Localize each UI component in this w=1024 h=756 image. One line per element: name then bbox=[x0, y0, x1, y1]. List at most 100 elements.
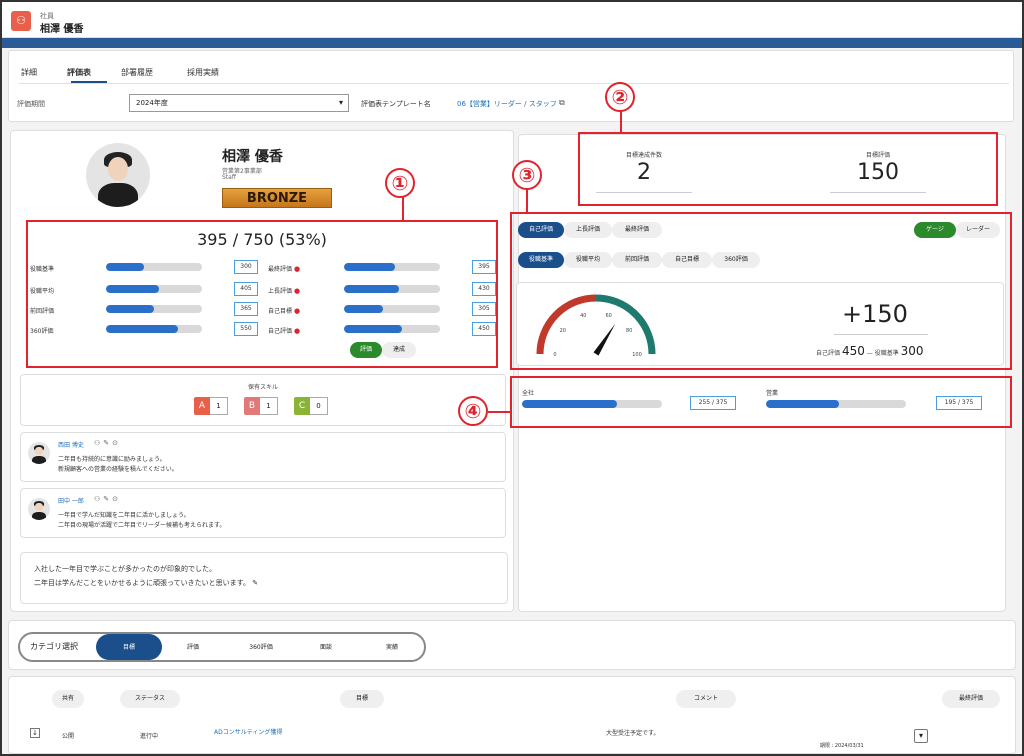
tab-previous-eval[interactable]: 前回評価 bbox=[612, 252, 662, 268]
metric-value: 365 bbox=[234, 302, 258, 316]
column-header-status: ステータス bbox=[120, 690, 180, 708]
metric-label: 上長評価 ● bbox=[268, 287, 301, 295]
avatar bbox=[28, 498, 50, 520]
column-header-final-eval: 最終評価 bbox=[942, 690, 1000, 708]
metric-bar bbox=[106, 305, 202, 313]
profile-role: Staff bbox=[222, 174, 236, 181]
avatar bbox=[28, 442, 50, 464]
avatar bbox=[86, 143, 150, 207]
metric-value: 300 bbox=[234, 260, 258, 274]
lock-icon: ● bbox=[293, 307, 301, 315]
divider bbox=[596, 192, 692, 193]
goal-eval-value: 150 bbox=[857, 160, 899, 185]
callout-connector bbox=[526, 188, 528, 214]
tab-details[interactable]: 詳細 bbox=[21, 67, 37, 78]
lock-icon: ● bbox=[293, 287, 301, 295]
comment-action-icons[interactable]: ⚇✎⊙ bbox=[94, 439, 121, 447]
column-header-goal: 目標 bbox=[340, 690, 384, 708]
metric-value: 430 bbox=[472, 282, 496, 296]
metric-value: 550 bbox=[234, 322, 258, 336]
comment-text: 二年目も持続的に意識に励みましょう。 bbox=[58, 456, 166, 463]
tab-self-eval[interactable]: 自己評価 bbox=[518, 222, 564, 238]
divider bbox=[834, 334, 928, 335]
period-label: 評価期間 bbox=[17, 100, 45, 108]
category-goal[interactable]: 目標 bbox=[99, 642, 159, 651]
category-interview[interactable]: 面談 bbox=[296, 642, 356, 651]
metric-value: 405 bbox=[234, 282, 258, 296]
download-icon[interactable]: ↓ bbox=[30, 728, 40, 738]
skill-count-a: 1 bbox=[210, 397, 228, 415]
template-link[interactable]: 06【営業】リーダー / スタッフ bbox=[457, 99, 557, 109]
skill-badge-b: B bbox=[244, 397, 260, 415]
tab-360-eval[interactable]: 360評価 bbox=[712, 252, 760, 268]
tab-self-goal[interactable]: 自己目標 bbox=[662, 252, 712, 268]
period-select[interactable]: 2024年度 ▾ bbox=[129, 94, 349, 112]
category-results[interactable]: 実績 bbox=[362, 642, 422, 651]
score-total: 395 / 750 (53%) bbox=[197, 230, 327, 249]
category-evaluation[interactable]: 評価 bbox=[163, 642, 223, 651]
gauge-arc-low bbox=[536, 294, 597, 355]
metric-bar bbox=[344, 285, 440, 293]
gauge-chart: 0 20 40 60 80 100 bbox=[536, 294, 656, 358]
lock-icon: ● bbox=[293, 327, 301, 335]
metric-value: 450 bbox=[472, 322, 496, 336]
goal-count-value: 2 bbox=[637, 160, 651, 185]
toggle-gauge[interactable]: ゲージ bbox=[914, 222, 956, 238]
row-meta: 期限 : 2024/03/31 bbox=[820, 743, 864, 749]
tab-evaluation[interactable]: 評価表 bbox=[67, 67, 91, 78]
gauge-tick-label: 20 bbox=[560, 328, 566, 334]
gauge-tick-label: 80 bbox=[626, 328, 632, 334]
self-comment-text: 二年目は学んだことをいかせるように頑張っていきたいと思います。 ✎ bbox=[34, 579, 259, 587]
column-header-comment: コメント bbox=[676, 690, 736, 708]
divider bbox=[830, 192, 926, 193]
gauge-track bbox=[536, 294, 656, 355]
skill-count-c: 0 bbox=[310, 397, 328, 415]
skill-badge-c: C bbox=[294, 397, 310, 415]
org-value: 195 / 375 bbox=[936, 396, 982, 410]
self-comment-text: 入社した一年目で学ぶことが多かったのが印象的でした。 bbox=[34, 565, 216, 573]
toggle-evaluation[interactable]: 評価 bbox=[350, 342, 382, 358]
tab-role-standard[interactable]: 役職基準 bbox=[518, 252, 564, 268]
lock-icon: ● bbox=[293, 265, 301, 273]
tab-manager-eval[interactable]: 上長評価 bbox=[564, 222, 612, 238]
edit-icon[interactable]: ✎ bbox=[252, 579, 258, 587]
metric-bar bbox=[106, 325, 202, 333]
callout-connector bbox=[402, 196, 404, 222]
org-value: 255 / 375 bbox=[690, 396, 736, 410]
comment-author[interactable]: 田中 一郎 bbox=[58, 496, 84, 505]
tab-department-history[interactable]: 部署履歴 bbox=[121, 67, 153, 78]
gauge-tick-label: 60 bbox=[606, 313, 612, 319]
goal-table bbox=[8, 676, 1016, 754]
comment-author[interactable]: 西田 博史 bbox=[58, 440, 84, 449]
goal-count-label: 目標達成件数 bbox=[625, 152, 662, 159]
comment-text: 新規顧客への営業の経験を積んでください。 bbox=[58, 466, 178, 473]
tab-final-eval[interactable]: 最終評価 bbox=[612, 222, 662, 238]
header-employee-name: 相澤 優香 bbox=[40, 24, 84, 35]
tabs-panel: 詳細 評価表 部署履歴 採用実績 評価期間 2024年度 ▾ 評価表テンプレート… bbox=[8, 50, 1014, 122]
comment-action-icons[interactable]: ⚇✎⊙ bbox=[94, 495, 121, 503]
metric-bar bbox=[106, 263, 202, 271]
metric-bar bbox=[106, 285, 202, 293]
column-header-share: 共有 bbox=[52, 690, 84, 708]
toggle-achievement[interactable]: 達成 bbox=[382, 342, 416, 358]
gauge-tick-label: 40 bbox=[580, 313, 586, 319]
metric-label: 最終評価 ● bbox=[268, 265, 301, 273]
org-bar bbox=[522, 400, 662, 408]
row-status: 進行中 bbox=[140, 733, 159, 740]
callout-connector bbox=[488, 411, 512, 413]
header-band bbox=[2, 38, 1022, 48]
toggle-radar[interactable]: レーダー bbox=[956, 222, 1000, 238]
tab-divider bbox=[19, 83, 1009, 84]
tab-hiring-results[interactable]: 採用実績 bbox=[187, 67, 219, 78]
metric-label: 役職平均 bbox=[30, 288, 55, 295]
org-label: 全社 bbox=[522, 390, 535, 397]
row-goal-link[interactable]: ADコンサルティング獲得 bbox=[214, 727, 282, 736]
category-360[interactable]: 360評価 bbox=[231, 642, 291, 651]
comment-text: 一年目で学んだ知識を二年目に活かしましょう。 bbox=[58, 512, 190, 519]
active-tab-indicator bbox=[71, 81, 107, 83]
chevron-down-icon[interactable]: ▾ bbox=[914, 729, 928, 743]
tab-role-average[interactable]: 役職平均 bbox=[564, 252, 612, 268]
metric-label: 360評価 bbox=[30, 328, 54, 335]
template-label: 評価表テンプレート名 bbox=[361, 100, 431, 108]
external-link-icon[interactable]: ⧉ bbox=[559, 98, 565, 108]
